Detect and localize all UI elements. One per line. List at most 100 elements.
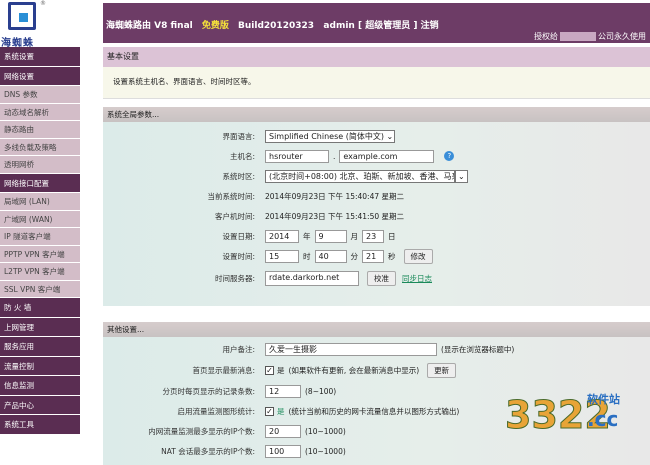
minute-input[interactable]: 40 — [314, 249, 347, 263]
note-hint: (显示在浏览器标题中) — [441, 344, 515, 354]
graph-yes: 是 — [277, 406, 285, 416]
calibrate-button[interactable]: 校准 — [367, 270, 396, 286]
graph-label: 启用流量监测图形统计: — [177, 406, 255, 416]
sidebar-item[interactable]: 网络接口配置 — [0, 173, 80, 193]
sidebar-item[interactable]: 服务应用 — [0, 337, 80, 357]
sidebar-item[interactable]: 产品中心 — [0, 395, 80, 415]
second-unit: 秒 — [388, 251, 396, 261]
lan-ip-range: (10~1000) — [305, 426, 346, 436]
registered-mark: ® — [40, 0, 46, 7]
second-input[interactable]: 21 — [362, 249, 384, 263]
day-unit: 日 — [388, 231, 396, 241]
license-prefix: 授权给 — [534, 32, 558, 41]
logout-link[interactable]: 注销 — [421, 21, 439, 31]
chevron-down-icon: ⌄ — [386, 131, 394, 141]
news-yes: 是 — [277, 365, 285, 375]
header-bar: 海蜘蛛路由 V8 final 免费版 Build20120323 admin [… — [103, 3, 650, 43]
edition-badge: 免费版 — [201, 21, 229, 31]
sidebar-item[interactable]: IP 隧道客户端 — [0, 228, 80, 246]
product-name: 海蜘蛛路由 V8 final — [106, 21, 193, 31]
page-size-label: 分页时每页显示的记录条数: — [162, 386, 255, 396]
section-other: 其他设置... — [103, 322, 650, 337]
license-info: 授权给 公司永久使用 — [534, 31, 646, 42]
note-input[interactable]: 久爱一生摄影 — [265, 342, 437, 356]
year-unit: 年 — [303, 231, 311, 241]
sidebar-item[interactable]: DNS 参数 — [0, 86, 80, 104]
nat-ip-range: (10~1000) — [305, 446, 346, 456]
month-unit: 月 — [350, 231, 359, 241]
dot-separator: . — [333, 151, 336, 161]
graph-checkbox[interactable]: ✓ — [265, 406, 274, 416]
time-label: 设置时间: — [222, 251, 255, 261]
ntp-label: 时间服务器: — [214, 273, 255, 283]
sidebar-item[interactable]: 系统工具 — [0, 415, 80, 435]
page-title: 基本设置 — [103, 47, 650, 67]
hostname-label: 主机名: — [229, 151, 255, 161]
role: [ 超级管理员 ] — [357, 21, 418, 31]
update-button[interactable]: 更新 — [427, 362, 457, 378]
client-time: 2014年09月23日 下午 15:41:50 星期二 — [265, 211, 405, 221]
chevron-down-icon[interactable]: ⌄ — [455, 169, 468, 183]
ntp-input[interactable]: rdate.darkorb.net — [265, 270, 359, 286]
lan-ip-input[interactable]: 20 — [265, 424, 301, 438]
page-description: 设置系统主机名、界面语言、时间时区等。 — [103, 67, 650, 99]
date-label: 设置日期: — [222, 231, 255, 241]
username: admin — [323, 21, 355, 31]
license-suffix: 公司永久使用 — [598, 32, 646, 41]
redacted-company — [560, 32, 596, 41]
watermark-tld: .cc — [587, 407, 619, 431]
month-input[interactable]: 9 — [314, 229, 347, 243]
sidebar-item[interactable]: 上网管理 — [0, 317, 80, 337]
news-hint: (如果软件有更新, 会在最新消息中显示) — [288, 365, 420, 375]
note-label: 用户备注: — [222, 344, 255, 354]
sidebar-item[interactable]: PPTP VPN 客户端 — [0, 245, 80, 263]
sidebar-item[interactable]: 系统设置 — [0, 47, 80, 67]
system-time-label: 当前系统时间: — [207, 191, 255, 201]
logo: ® 海蜘蛛 — [0, 0, 100, 49]
hour-input[interactable]: 15 — [265, 249, 299, 263]
year-input[interactable]: 2014 — [265, 229, 299, 243]
graph-hint: (统计当前和历史的网卡流量信息并以图形方式输出) — [288, 406, 460, 416]
page-size-input[interactable]: 12 — [265, 384, 301, 398]
help-icon[interactable]: ? — [444, 151, 455, 161]
timezone-select[interactable]: (北京时间+08:00) 北京、珀斯、新加坡、香港、马来西亚 — [265, 169, 455, 183]
section-global: 系统全局参数... — [103, 107, 650, 122]
watermark-logo: 3322 软件站 .cc — [505, 385, 650, 445]
domain-input[interactable]: example.com — [339, 149, 435, 163]
language-value: Simplified Chinese (简体中文) — [269, 131, 384, 141]
sidebar-item[interactable]: 流量控制 — [0, 356, 80, 376]
logo-mark — [8, 2, 36, 30]
watermark-site: 软件站 — [587, 393, 620, 406]
news-checkbox[interactable]: ✓ — [265, 365, 274, 375]
sidebar-item[interactable]: SSL VPN 客户端 — [0, 280, 80, 298]
sidebar-item[interactable]: 信息监测 — [0, 376, 80, 396]
sync-log-link[interactable]: 同步日志 — [402, 273, 432, 284]
sidebar-item[interactable]: 多线负载及策略 — [0, 138, 80, 156]
nat-ip-label: NAT 会话最多显示的IP个数: — [161, 446, 255, 456]
sidebar-item[interactable]: 动态域名解析 — [0, 103, 80, 121]
sidebar-item[interactable]: 广域网 (WAN) — [0, 210, 80, 228]
sidebar-item[interactable]: L2TP VPN 客户端 — [0, 263, 80, 281]
sidebar: 系统设置 网络设置 DNS 参数 动态域名解析 静态路由 多线负载及策略 透明网桥 网络接口配… — [0, 47, 80, 435]
nat-ip-input[interactable]: 100 — [265, 444, 301, 458]
client-time-label: 客户机时间: — [214, 211, 255, 221]
language-select[interactable]: Simplified Chinese (简体中文) ⌄ — [265, 129, 395, 143]
day-input[interactable]: 23 — [362, 229, 384, 243]
lan-ip-label: 内网流量监测最多显示的IP个数: — [148, 426, 255, 436]
system-time: 2014年09月23日 下午 15:40:47 星期二 — [265, 191, 405, 201]
global-form: 界面语言: Simplified Chinese (简体中文) ⌄ 主机名: h… — [103, 122, 650, 306]
sidebar-item[interactable]: 局域网 (LAN) — [0, 193, 80, 211]
sidebar-item[interactable]: 静态路由 — [0, 121, 80, 139]
sidebar-item[interactable]: 网络设置 — [0, 66, 80, 86]
sidebar-item[interactable]: 透明网桥 — [0, 156, 80, 174]
page-size-range: (8~100) — [305, 386, 337, 396]
hour-unit: 时 — [303, 251, 311, 261]
language-label: 界面语言: — [222, 131, 255, 141]
build: Build20120323 — [238, 21, 315, 31]
modify-button[interactable]: 修改 — [403, 248, 433, 264]
hostname-input[interactable]: hsrouter — [265, 149, 329, 163]
timezone-value: (北京时间+08:00) 北京、珀斯、新加坡、香港、马来西亚 — [269, 171, 455, 181]
minute-unit: 分 — [350, 251, 359, 261]
sidebar-item[interactable]: 防 火 墙 — [0, 298, 80, 318]
timezone-label: 系统时区: — [222, 171, 255, 181]
